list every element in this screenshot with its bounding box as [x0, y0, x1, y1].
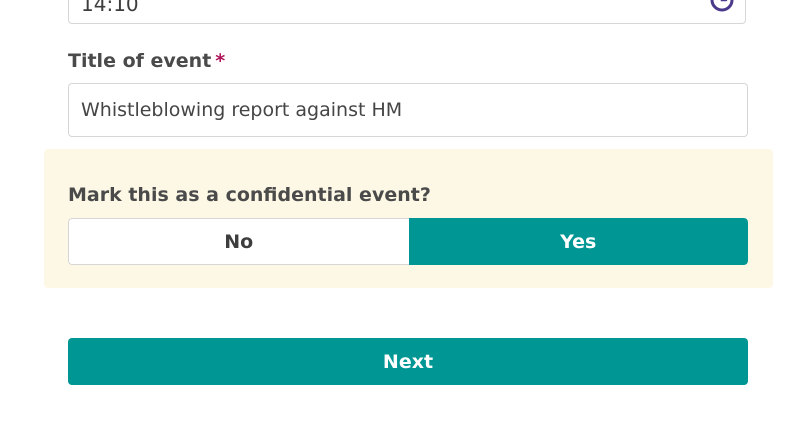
time-value: 14:10 [81, 0, 139, 16]
next-button[interactable]: Next [68, 338, 748, 385]
title-of-event-input[interactable] [68, 83, 748, 137]
confidential-no-option[interactable]: No [68, 218, 409, 265]
title-label-text: Title of event [68, 50, 212, 72]
title-of-event-label: Title of event * [68, 50, 225, 72]
time-input[interactable]: 14:10 [68, 0, 746, 24]
required-marker: * [215, 50, 226, 72]
confidential-toggle: No Yes [68, 218, 748, 265]
confidential-question: Mark this as a confidential event? [68, 184, 431, 206]
confidential-yes-option[interactable]: Yes [408, 218, 748, 265]
event-form: 14:10 Title of event* Mark this as a con… [0, 0, 806, 422]
clock-icon[interactable] [709, 0, 735, 13]
